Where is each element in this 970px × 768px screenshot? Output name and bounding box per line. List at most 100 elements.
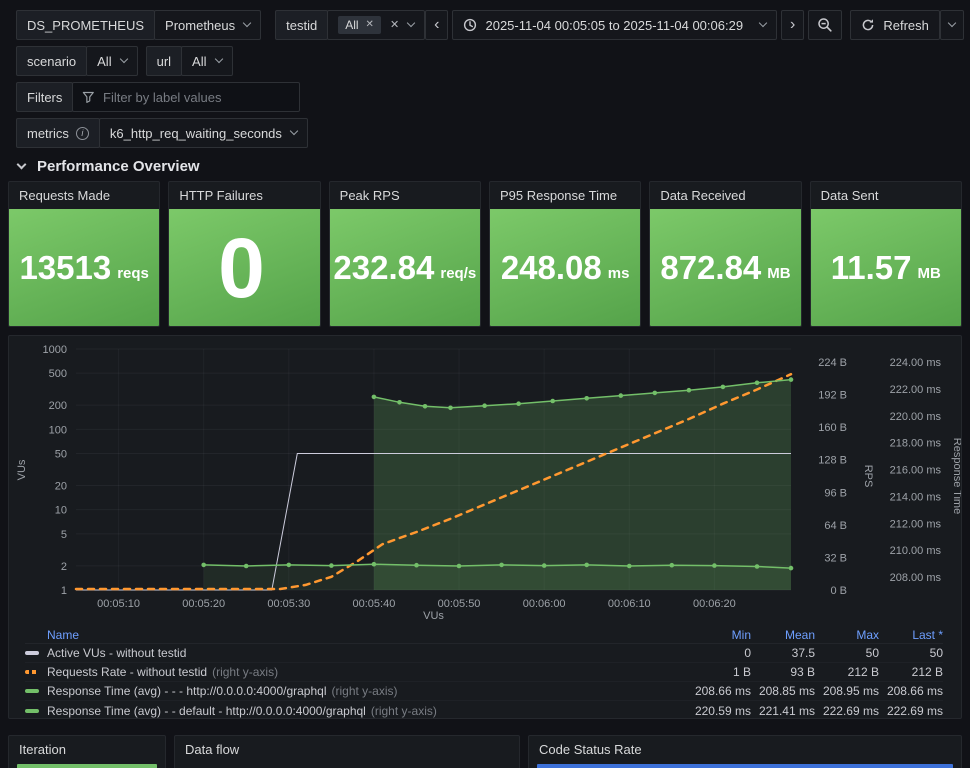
- scenario-label: scenario: [16, 46, 88, 76]
- svg-text:208.00 ms: 208.00 ms: [890, 572, 942, 584]
- svg-text:00:05:20: 00:05:20: [182, 598, 225, 610]
- legend-row[interactable]: Active VUs - without testid 0 37.5 50 50: [25, 644, 943, 663]
- testid-value-chip[interactable]: All ✕: [338, 16, 381, 34]
- data-flow-panel-title: Data flow: [185, 741, 240, 757]
- chevron-down-icon: [16, 159, 27, 170]
- series-min: 0: [744, 646, 751, 660]
- chevron-down-icon: [758, 18, 768, 28]
- datasource-picker: DS_PROMETHEUS Prometheus: [16, 10, 262, 40]
- svg-text:96 B: 96 B: [824, 487, 847, 499]
- series-last: 212 B: [911, 665, 943, 679]
- datasource-value-text: Prometheus: [165, 17, 236, 33]
- stat-value: 872.84: [660, 249, 762, 286]
- legend-row[interactable]: Response Time (avg) - - default - http:/…: [25, 701, 943, 718]
- chevron-right-icon: ›: [790, 16, 796, 33]
- refresh-label: Refresh: [883, 17, 929, 33]
- clear-all-icon[interactable]: ✕: [390, 19, 399, 31]
- svg-text:224 B: 224 B: [818, 357, 847, 369]
- data-flow-panel: Data flow: [174, 735, 520, 768]
- svg-text:214.00 ms: 214.00 ms: [890, 491, 942, 503]
- refresh-button[interactable]: Refresh: [850, 10, 940, 40]
- url-select[interactable]: All: [181, 46, 233, 76]
- series-mean: 208.85 ms: [758, 684, 815, 698]
- code-status-rate-panel-header[interactable]: Code Status Rate: [529, 736, 961, 762]
- stat-panel-header[interactable]: Data Received: [650, 182, 800, 209]
- time-shift-forward-button[interactable]: ›: [781, 10, 805, 40]
- stat-panel-header[interactable]: Peak RPS: [330, 182, 480, 209]
- zoom-out-time-button[interactable]: [808, 10, 843, 40]
- stat-panel: P95 Response Time 248.08 ms: [488, 181, 642, 327]
- chevron-down-icon: [214, 54, 223, 64]
- refresh-interval-dropdown[interactable]: [939, 10, 964, 40]
- remove-value-icon[interactable]: ✕: [366, 20, 374, 30]
- stat-panel-body: 11.57 MB: [810, 209, 961, 326]
- stat-panel-title: Data Sent: [820, 188, 879, 203]
- stat-panel: Data Sent 11.57 MB: [809, 181, 962, 327]
- chevron-down-icon: [947, 18, 957, 28]
- stat-value: 0: [218, 220, 265, 315]
- info-icon[interactable]: i: [75, 126, 89, 140]
- label-filter-input[interactable]: [103, 89, 291, 105]
- datasource-select[interactable]: Prometheus: [154, 10, 262, 40]
- legend-col-name[interactable]: Name: [25, 628, 79, 642]
- svg-text:0 B: 0 B: [830, 585, 847, 597]
- scenario-select[interactable]: All: [86, 46, 138, 76]
- time-controls: ‹ 2025-11-04 00:05:05 to 2025-11-04 00:0…: [425, 10, 964, 40]
- stat-unit: reqs: [117, 265, 149, 282]
- svg-text:2: 2: [61, 561, 67, 573]
- stat-panel-header[interactable]: Requests Made: [9, 182, 159, 209]
- scenario-value-text: All: [97, 53, 112, 69]
- legend-header: Name Min Mean Max Last *: [25, 626, 943, 644]
- data-flow-panel-header[interactable]: Data flow: [175, 736, 519, 762]
- filters-label-text: Filters: [27, 89, 63, 105]
- stat-panel-header[interactable]: HTTP Failures: [169, 182, 319, 209]
- legend-col-max[interactable]: Max: [815, 628, 879, 642]
- stat-panel-header[interactable]: P95 Response Time: [490, 182, 640, 209]
- chevron-down-icon: [289, 126, 299, 136]
- stat-panel-body: 872.84 MB: [650, 209, 801, 326]
- chevron-down-icon: [242, 18, 252, 28]
- svg-text:210.00 ms: 210.00 ms: [890, 545, 942, 557]
- row-performance-overview[interactable]: Performance Overview: [16, 158, 962, 175]
- adhoc-filters: Filters: [16, 82, 301, 112]
- svg-text:RPS: RPS: [862, 465, 874, 488]
- stat-panel-title: Peak RPS: [339, 188, 400, 203]
- series-last: 222.69 ms: [886, 703, 943, 718]
- url-label-text: url: [156, 53, 172, 69]
- chart-legend: Name Min Mean Max Last * Active VUs - wi…: [9, 626, 961, 718]
- series-axis-note: (right y-axis): [331, 684, 398, 698]
- code-status-rate-bar: [537, 764, 953, 768]
- iteration-stat-bar: [17, 764, 157, 768]
- series-max: 208.95 ms: [822, 684, 879, 698]
- iteration-panel-header[interactable]: Iteration: [9, 736, 165, 762]
- legend-col-min[interactable]: Min: [687, 628, 751, 642]
- stat-panel-title: Data Received: [660, 188, 746, 203]
- svg-text:00:05:40: 00:05:40: [353, 598, 396, 610]
- section-title: Performance Overview: [37, 158, 200, 175]
- legend-col-mean[interactable]: Mean: [751, 628, 815, 642]
- testid-multiselect[interactable]: All ✕ ✕: [327, 10, 426, 40]
- series-color-swatch: [25, 651, 39, 655]
- series-color-swatch: [25, 708, 39, 713]
- time-range-picker[interactable]: 2025-11-04 00:05:05 to 2025-11-04 00:06:…: [452, 10, 778, 40]
- svg-text:128 B: 128 B: [818, 455, 847, 467]
- time-range-text: 2025-11-04 00:05:05 to 2025-11-04 00:06:…: [485, 17, 744, 33]
- url-variable: url All: [145, 46, 233, 76]
- datasource-label-text: DS_PROMETHEUS: [27, 17, 145, 33]
- legend-col-last[interactable]: Last *: [879, 628, 943, 642]
- metrics-select[interactable]: k6_http_req_waiting_seconds: [98, 118, 308, 148]
- toolbar-row-2: scenario All url All: [16, 46, 962, 76]
- legend-row[interactable]: Requests Rate - without testid (right y-…: [25, 663, 943, 682]
- svg-text:00:05:50: 00:05:50: [438, 598, 481, 610]
- iteration-panel-title: Iteration: [19, 741, 66, 757]
- stat-unit: MB: [767, 265, 791, 282]
- series-last: 50: [929, 646, 943, 660]
- stat-panel-header[interactable]: Data Sent: [811, 182, 961, 209]
- metrics-variable: metrics i k6_http_req_waiting_seconds: [16, 118, 308, 148]
- legend-row[interactable]: Response Time (avg) - - - http://0.0.0.0…: [25, 682, 943, 701]
- stat-panel: HTTP Failures 0: [168, 181, 321, 327]
- svg-text:220.00 ms: 220.00 ms: [890, 411, 942, 423]
- series-max: 212 B: [847, 665, 879, 679]
- timeseries-chart[interactable]: 1 2 5 10 20 50 100 200 500 1000 00:05:10 00:05:20 00…: [9, 336, 962, 626]
- time-shift-back-button[interactable]: ‹: [425, 10, 449, 40]
